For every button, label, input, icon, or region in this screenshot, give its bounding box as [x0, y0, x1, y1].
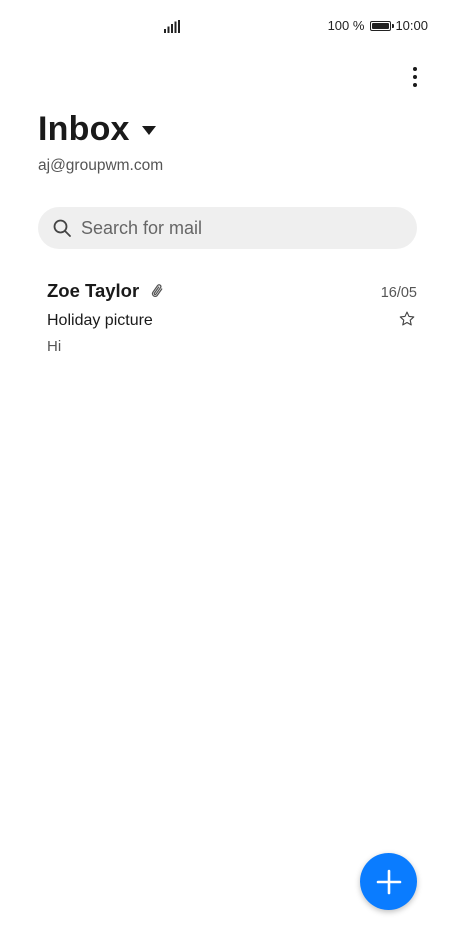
search-input[interactable]	[81, 217, 401, 239]
battery-percentage: 100 %	[327, 18, 365, 33]
attachment-icon	[152, 284, 163, 297]
status-bar: 100 % 10:00	[0, 0, 455, 52]
account-email: aj@groupwm.com	[38, 157, 164, 174]
signal-bars-icon	[164, 20, 180, 33]
compose-button[interactable]	[360, 853, 417, 910]
plus-icon	[376, 869, 401, 894]
page-title: Inbox	[38, 110, 130, 148]
status-right: 100 % 10:00	[328, 18, 428, 33]
mail-sender: Zoe Taylor	[47, 280, 140, 301]
mail-subject: Holiday picture	[47, 312, 153, 329]
mail-preview: Hi	[47, 338, 62, 355]
sender-row: Zoe Taylor	[47, 280, 167, 302]
search-icon	[53, 219, 71, 237]
star-icon[interactable]	[398, 310, 416, 328]
mail-app-screen: 100 % 10:00 Inbox aj@groupwm.com Zoe Tay…	[0, 0, 455, 939]
folder-selector[interactable]: Inbox	[38, 110, 156, 149]
triangle-down-icon	[141, 126, 156, 135]
search-bar[interactable]	[38, 207, 417, 249]
more-vertical-icon[interactable]	[405, 62, 425, 92]
mail-list-item[interactable]: Zoe Taylor 16/05 Holiday picture Hi	[38, 272, 417, 364]
battery-full-icon	[370, 20, 395, 31]
clock: 10:00	[395, 18, 428, 33]
mail-date: 16/05	[380, 285, 417, 301]
